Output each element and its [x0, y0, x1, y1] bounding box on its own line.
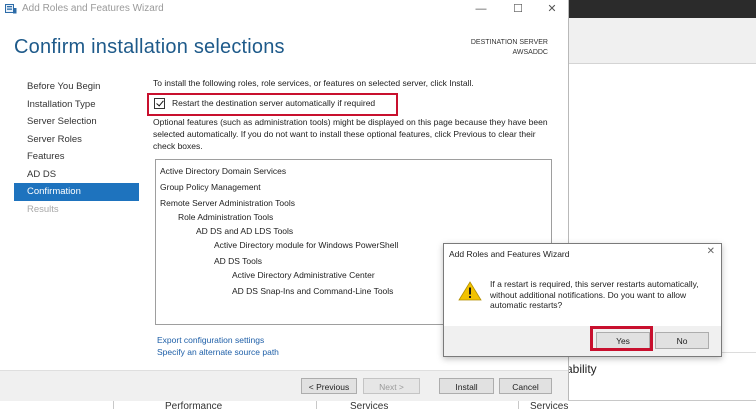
list-item: Remote Server Administration Tools: [160, 198, 295, 208]
nav-item-before-you-begin[interactable]: Before You Begin: [14, 78, 139, 96]
list-item: Active Directory Administrative Center: [232, 270, 375, 280]
list-item: AD DS Snap-Ins and Command-Line Tools: [232, 286, 394, 296]
dialog-message: If a restart is required, this server re…: [490, 279, 699, 310]
server-manager-icon: [5, 4, 17, 14]
list-item: AD DS and AD LDS Tools: [196, 226, 294, 236]
alternate-source-link[interactable]: Specify an alternate source path: [157, 347, 279, 357]
minimize-button[interactable]: —: [464, 0, 498, 18]
list-item: Active Directory module for Windows Powe…: [214, 240, 399, 250]
warning-icon: [458, 281, 482, 301]
background-header-panel: [568, 18, 756, 64]
background-divider: [316, 400, 317, 409]
wizard-nav: Before You Begin Installation Type Serve…: [14, 78, 139, 218]
list-item: Role Administration Tools: [178, 212, 274, 222]
destination-server-name: AWSADDC: [512, 49, 548, 56]
destination-server-label: DESTINATION SERVER: [470, 39, 548, 46]
nav-item-installation-type[interactable]: Installation Type: [14, 96, 139, 114]
nav-item-server-roles[interactable]: Server Roles: [14, 131, 139, 149]
dialog-title: Add Roles and Features Wizard: [449, 249, 570, 259]
window-title: Add Roles and Features Wizard: [22, 3, 164, 14]
no-button[interactable]: No: [655, 332, 709, 349]
nav-item-ad-ds[interactable]: AD DS: [14, 166, 139, 184]
optional-features-note: Optional features (such as administratio…: [153, 117, 548, 151]
restart-option-highlight: [147, 93, 398, 116]
title-bar[interactable]: Add Roles and Features Wizard — ☐ ✕: [0, 0, 568, 18]
intro-text: To install the following roles, role ser…: [153, 78, 474, 88]
nav-item-features[interactable]: Features: [14, 148, 139, 166]
yes-button-highlight: [590, 326, 653, 351]
maximize-button[interactable]: ☐: [501, 0, 535, 18]
background-column-performance: Performance: [165, 401, 223, 412]
background-divider: [113, 400, 114, 409]
close-button[interactable]: ✕: [535, 0, 569, 18]
dialog-close-icon[interactable]: ✕: [707, 246, 715, 257]
background-title-bar: [568, 0, 756, 18]
background-column-services-2: Services: [530, 401, 569, 412]
background-divider: [518, 400, 519, 409]
cancel-button[interactable]: Cancel: [499, 378, 552, 394]
page-title: Confirm installation selections: [14, 36, 285, 58]
next-button: Next >: [363, 378, 420, 394]
nav-item-server-selection[interactable]: Server Selection: [14, 113, 139, 131]
list-item: Group Policy Management: [160, 182, 261, 192]
previous-button[interactable]: < Previous: [301, 378, 357, 394]
list-item: Active Directory Domain Services: [160, 166, 287, 176]
background-column-services: Services: [350, 401, 389, 412]
nav-item-confirmation[interactable]: Confirmation: [14, 183, 139, 201]
export-configuration-link[interactable]: Export configuration settings: [157, 335, 264, 345]
background-ability-text: ability: [566, 362, 597, 376]
nav-item-results: Results: [27, 203, 59, 215]
list-item: AD DS Tools: [214, 256, 263, 266]
restart-confirm-dialog: Add Roles and Features Wizard ✕ If a res…: [443, 243, 722, 357]
install-button[interactable]: Install: [439, 378, 494, 394]
